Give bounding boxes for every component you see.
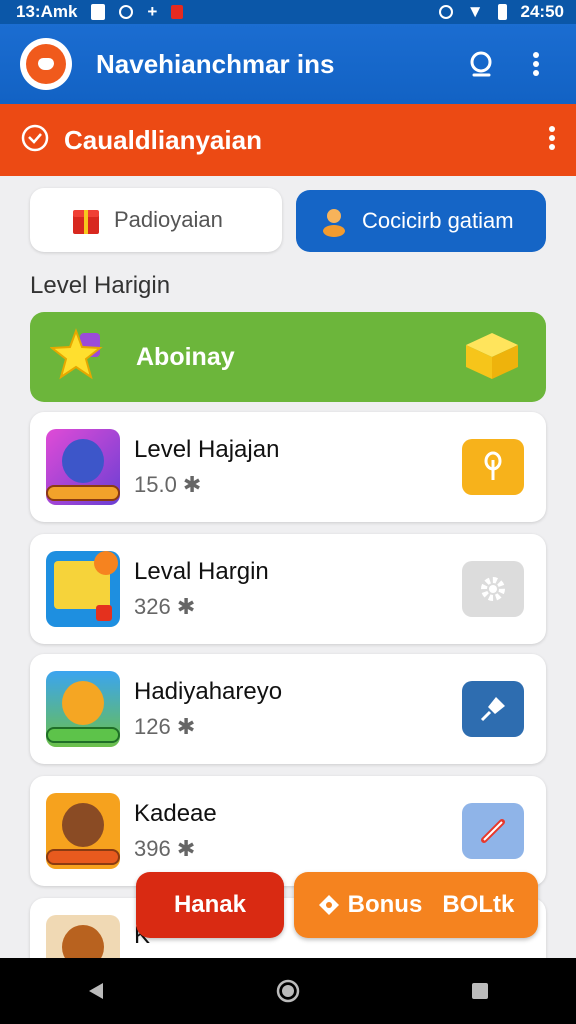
game-rating: 326 ✱ bbox=[134, 594, 196, 619]
app-bar: Navehianchmar ins bbox=[0, 24, 576, 104]
alert-icon bbox=[171, 5, 184, 19]
star-icon bbox=[49, 327, 106, 388]
pin-icon[interactable] bbox=[462, 681, 524, 737]
game-thumbnail bbox=[46, 551, 120, 627]
game-rating: 396 ✱ bbox=[134, 836, 196, 861]
game-rating: 126 ✱ bbox=[134, 714, 196, 739]
notification-icon bbox=[91, 4, 106, 20]
gift-icon bbox=[70, 204, 102, 236]
search-icon[interactable] bbox=[462, 44, 502, 84]
game-title: Kadeae bbox=[134, 800, 217, 827]
status-bar: 13:Amk + ▼ 24:50 bbox=[0, 0, 576, 24]
profile-button[interactable]: Cocicirb gatiam bbox=[296, 190, 546, 252]
recents-icon[interactable] bbox=[455, 966, 505, 1016]
plus-icon: + bbox=[147, 2, 158, 21]
person-icon bbox=[318, 205, 350, 237]
game-title: Level Hajajan bbox=[134, 436, 280, 463]
profile-button-label: Cocicirb gatiam bbox=[362, 208, 514, 233]
system-nav-bar bbox=[0, 958, 576, 1024]
game-card[interactable]: Level Hajajan 15.0 ✱ bbox=[30, 412, 546, 522]
gift-box-icon bbox=[462, 329, 522, 386]
section-bar: Caualdlianyaian bbox=[0, 104, 576, 176]
check-circle-icon bbox=[20, 123, 50, 158]
gear-icon[interactable] bbox=[462, 561, 524, 617]
level-heading: Level Harigin bbox=[30, 272, 171, 299]
section-more-icon[interactable] bbox=[548, 125, 556, 156]
pencil-icon[interactable] bbox=[462, 803, 524, 859]
game-card[interactable]: Leval Hargin 326 ✱ bbox=[30, 534, 546, 644]
home-icon[interactable] bbox=[263, 966, 313, 1016]
gift-button-label: Padioyaian bbox=[114, 207, 223, 232]
back-icon[interactable] bbox=[71, 966, 121, 1016]
banner-title: Aboinay bbox=[136, 342, 235, 371]
status-time-left: 13:Amk bbox=[16, 2, 78, 21]
game-card[interactable]: Hadiyahareyo 126 ✱ bbox=[30, 654, 546, 764]
game-thumbnail bbox=[46, 429, 120, 505]
bonus-icon bbox=[318, 894, 340, 916]
game-thumbnail bbox=[46, 793, 120, 869]
game-title: Hadiyahareyo bbox=[134, 678, 283, 705]
gift-button[interactable]: Padioyaian bbox=[30, 188, 282, 252]
status-time-right: 24:50 bbox=[520, 2, 564, 21]
alarm-icon bbox=[438, 5, 453, 19]
game-thumbnail bbox=[46, 671, 120, 747]
primary-action-button[interactable]: Hanak bbox=[136, 872, 284, 938]
app-notify-icon bbox=[119, 5, 134, 19]
battery-icon bbox=[497, 4, 507, 20]
reward-banner[interactable]: Aboinay bbox=[30, 312, 546, 402]
wifi-icon: ▼ bbox=[466, 2, 484, 21]
info-icon[interactable] bbox=[462, 439, 524, 495]
bonus-button-label: Bonus BOLtk bbox=[347, 891, 515, 918]
game-title: Leval Hargin bbox=[134, 558, 269, 585]
more-vert-icon[interactable] bbox=[516, 44, 556, 84]
section-title: Caualdlianyaian bbox=[64, 124, 262, 155]
game-card[interactable]: Kadeae 396 ✱ bbox=[30, 776, 546, 886]
app-logo[interactable] bbox=[20, 38, 72, 90]
bonus-button[interactable]: Bonus BOLtk bbox=[294, 872, 538, 938]
game-rating: 15.0 ✱ bbox=[134, 472, 202, 497]
app-title: Navehianchmar ins bbox=[96, 48, 335, 79]
